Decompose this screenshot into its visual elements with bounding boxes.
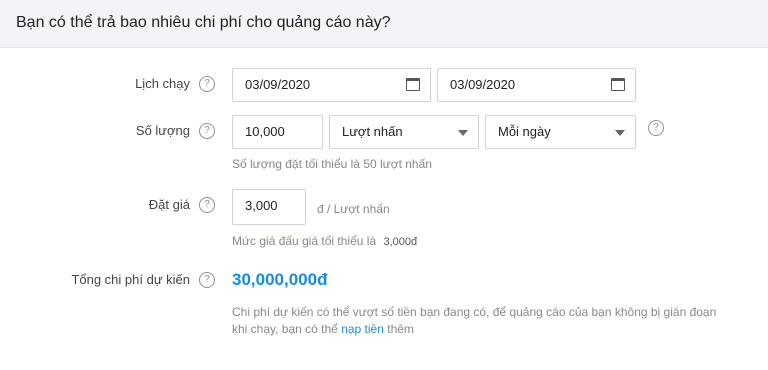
section-header: Bạn có thể trả bao nhiêu chi phí cho quả… <box>0 0 768 48</box>
total-value: 30,000,000đ <box>232 270 328 289</box>
end-date-value: 03/09/2020 <box>450 77 516 92</box>
chevron-down-icon <box>615 130 625 136</box>
total-note-line1: Chi phí dự kiến có thể vượt số tiền bạn … <box>232 305 717 319</box>
total-help-icon[interactable]: ? <box>199 272 215 288</box>
total-note-line2: khi chạy, bạn có thể nạp tiền thêm <box>232 322 414 336</box>
period-select[interactable]: Mỗi ngày <box>485 115 636 149</box>
bid-help-icon[interactable]: ? <box>199 197 215 213</box>
calendar-icon[interactable] <box>611 78 625 91</box>
top-up-link[interactable]: nạp tiền <box>341 322 384 336</box>
quantity-value: 10,000 <box>245 124 285 139</box>
chevron-down-icon <box>458 130 468 136</box>
unit-select-value: Lượt nhấn <box>342 124 403 139</box>
bid-hint: Mức giá đấu giá tối thiểu là 3,000đ <box>232 234 417 248</box>
period-select-value: Mỗi ngày <box>498 124 551 139</box>
section-title: Bạn có thể trả bao nhiêu chi phí cho quả… <box>16 14 391 31</box>
bid-hint-value: 3,000đ <box>383 236 418 248</box>
schedule-label: Lịch chạy <box>135 76 190 91</box>
bid-value: 3,000 <box>245 198 278 213</box>
total-note-end: thêm <box>387 322 414 336</box>
unit-select[interactable]: Lượt nhấn <box>329 115 479 149</box>
quantity-label: Số lượng <box>135 123 190 138</box>
schedule-help-icon[interactable]: ? <box>199 76 215 92</box>
total-label: Tổng chi phí dự kiến <box>71 272 190 287</box>
quantity-hint: Số lượng đặt tối thiểu là 50 lượt nhấn <box>232 157 432 171</box>
bid-hint-text: Mức giá đấu giá tối thiểu là <box>232 234 377 248</box>
bid-unit: đ / Lượt nhấn <box>317 202 390 216</box>
total-note-text: khi chạy, bạn có thể <box>232 322 338 336</box>
bid-label: Đặt giá <box>148 197 190 212</box>
quantity-input[interactable]: 10,000 <box>232 115 323 149</box>
end-date-field[interactable]: 03/09/2020 <box>437 68 636 102</box>
calendar-icon[interactable] <box>406 78 420 91</box>
start-date-field[interactable]: 03/09/2020 <box>232 68 431 102</box>
period-help-icon[interactable]: ? <box>648 120 664 136</box>
bid-input[interactable]: 3,000 <box>232 189 306 225</box>
quantity-help-icon[interactable]: ? <box>199 123 215 139</box>
start-date-value: 03/09/2020 <box>245 77 311 92</box>
